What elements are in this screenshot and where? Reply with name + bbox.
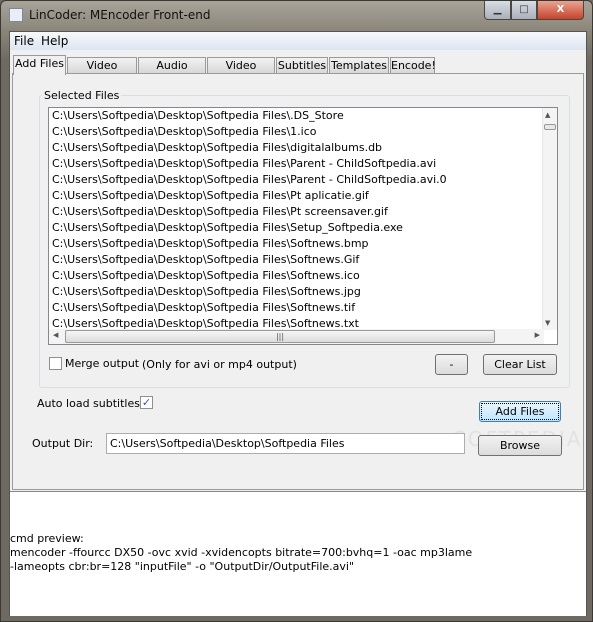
tab-subtitles[interactable]: Subtitles bbox=[276, 57, 328, 74]
file-list-item[interactable]: C:\Users\Softpedia\Desktop\Softpedia Fil… bbox=[49, 252, 557, 268]
vertical-scrollbar[interactable]: ▲ ▼ bbox=[542, 108, 557, 330]
browse-button[interactable]: Browse bbox=[478, 435, 562, 456]
file-list-item[interactable]: C:\Users\Softpedia\Desktop\Softpedia Fil… bbox=[49, 108, 557, 124]
auto-load-subtitles-checkbox[interactable]: ✓ bbox=[140, 396, 153, 409]
cmd-preview-line-2: -lameopts cbr:br=128 "inputFile" -o "Out… bbox=[10, 560, 355, 573]
file-list-item[interactable]: C:\Users\Softpedia\Desktop\Softpedia Fil… bbox=[49, 172, 557, 188]
file-list-item[interactable]: C:\Users\Softpedia\Desktop\Softpedia Fil… bbox=[49, 124, 557, 140]
file-list-item[interactable]: C:\Users\Softpedia\Desktop\Softpedia Fil… bbox=[49, 268, 557, 284]
menu-file[interactable]: File bbox=[14, 34, 34, 48]
file-list-item[interactable]: C:\Users\Softpedia\Desktop\Softpedia Fil… bbox=[49, 188, 557, 204]
cmd-preview-area[interactable]: cmd preview: mencoder -ffourcc DX50 -ovc… bbox=[10, 491, 586, 616]
add-files-button[interactable]: Add Files bbox=[479, 401, 561, 422]
selected-files-list[interactable]: C:\Users\Softpedia\Desktop\Softpedia Fil… bbox=[48, 107, 558, 345]
file-list-item[interactable]: C:\Users\Softpedia\Desktop\Softpedia Fil… bbox=[49, 140, 557, 156]
close-button[interactable]: X bbox=[537, 1, 584, 20]
window-title: LinCoder: MEncoder Front-end bbox=[29, 8, 211, 22]
tab-video-codec[interactable]: Video Codec bbox=[67, 57, 137, 87]
scroll-right-arrow-icon[interactable]: ▶ bbox=[535, 331, 540, 339]
merge-output-checkbox[interactable] bbox=[49, 357, 62, 370]
auto-load-subtitles-label: Auto load subtitles: bbox=[37, 397, 144, 410]
horizontal-scroll-thumb[interactable]: ||| bbox=[65, 330, 495, 343]
client-area: File Help Add Files Video Codec Audio Co… bbox=[9, 31, 587, 616]
merge-output-label: Merge output bbox=[65, 357, 140, 370]
output-dir-label: Output Dir: bbox=[32, 437, 94, 450]
cmd-preview-label: cmd preview: bbox=[10, 532, 84, 545]
file-list-item[interactable]: C:\Users\Softpedia\Desktop\Softpedia Fil… bbox=[49, 204, 557, 220]
menu-bar: File Help bbox=[10, 32, 586, 50]
selected-files-label: Selected Files bbox=[42, 89, 122, 102]
maximize-button[interactable]: □ bbox=[511, 1, 537, 20]
output-dir-input[interactable]: C:\Users\Softpedia\Desktop\Softpedia Fil… bbox=[106, 433, 465, 454]
merge-output-note: (Only for avi or mp4 output) bbox=[142, 358, 297, 371]
add-files-panel: Selected Files C:\Users\Softpedia\Deskto… bbox=[12, 73, 584, 490]
tab-add-files[interactable]: Add Files bbox=[13, 55, 66, 75]
cmd-preview-line-1: mencoder -ffourcc DX50 -ovc xvid -xviden… bbox=[10, 546, 473, 559]
tab-video-filters[interactable]: Video Filters bbox=[207, 57, 275, 87]
scroll-left-arrow-icon[interactable]: ◀ bbox=[53, 331, 58, 339]
file-list-item[interactable]: C:\Users\Softpedia\Desktop\Softpedia Fil… bbox=[49, 156, 557, 172]
tab-templates[interactable]: Templates bbox=[329, 57, 389, 74]
horizontal-scrollbar[interactable]: ◀ ||| ▶ bbox=[49, 329, 544, 344]
minimize-button[interactable]: ▁ bbox=[484, 1, 511, 20]
file-list-item[interactable]: C:\Users\Softpedia\Desktop\Softpedia Fil… bbox=[49, 300, 557, 316]
scroll-down-arrow-icon[interactable]: ▼ bbox=[545, 319, 550, 327]
file-list-item[interactable]: C:\Users\Softpedia\Desktop\Softpedia Fil… bbox=[49, 220, 557, 236]
tab-encode[interactable]: Encode! bbox=[390, 57, 436, 74]
clear-list-button[interactable]: Clear List bbox=[483, 354, 557, 375]
remove-file-button[interactable]: - bbox=[435, 354, 468, 375]
scroll-up-arrow-icon[interactable]: ▲ bbox=[545, 111, 550, 119]
vertical-scroll-thumb[interactable] bbox=[544, 124, 556, 130]
java-app-icon bbox=[9, 8, 23, 22]
tab-audio-codec[interactable]: Audio Codec bbox=[138, 57, 206, 87]
window-frame: LinCoder: MEncoder Front-end ▁ □ X File … bbox=[0, 0, 593, 622]
menu-help[interactable]: Help bbox=[41, 34, 68, 48]
file-list-item[interactable]: C:\Users\Softpedia\Desktop\Softpedia Fil… bbox=[49, 236, 557, 252]
file-list-item[interactable]: C:\Users\Softpedia\Desktop\Softpedia Fil… bbox=[49, 284, 557, 300]
